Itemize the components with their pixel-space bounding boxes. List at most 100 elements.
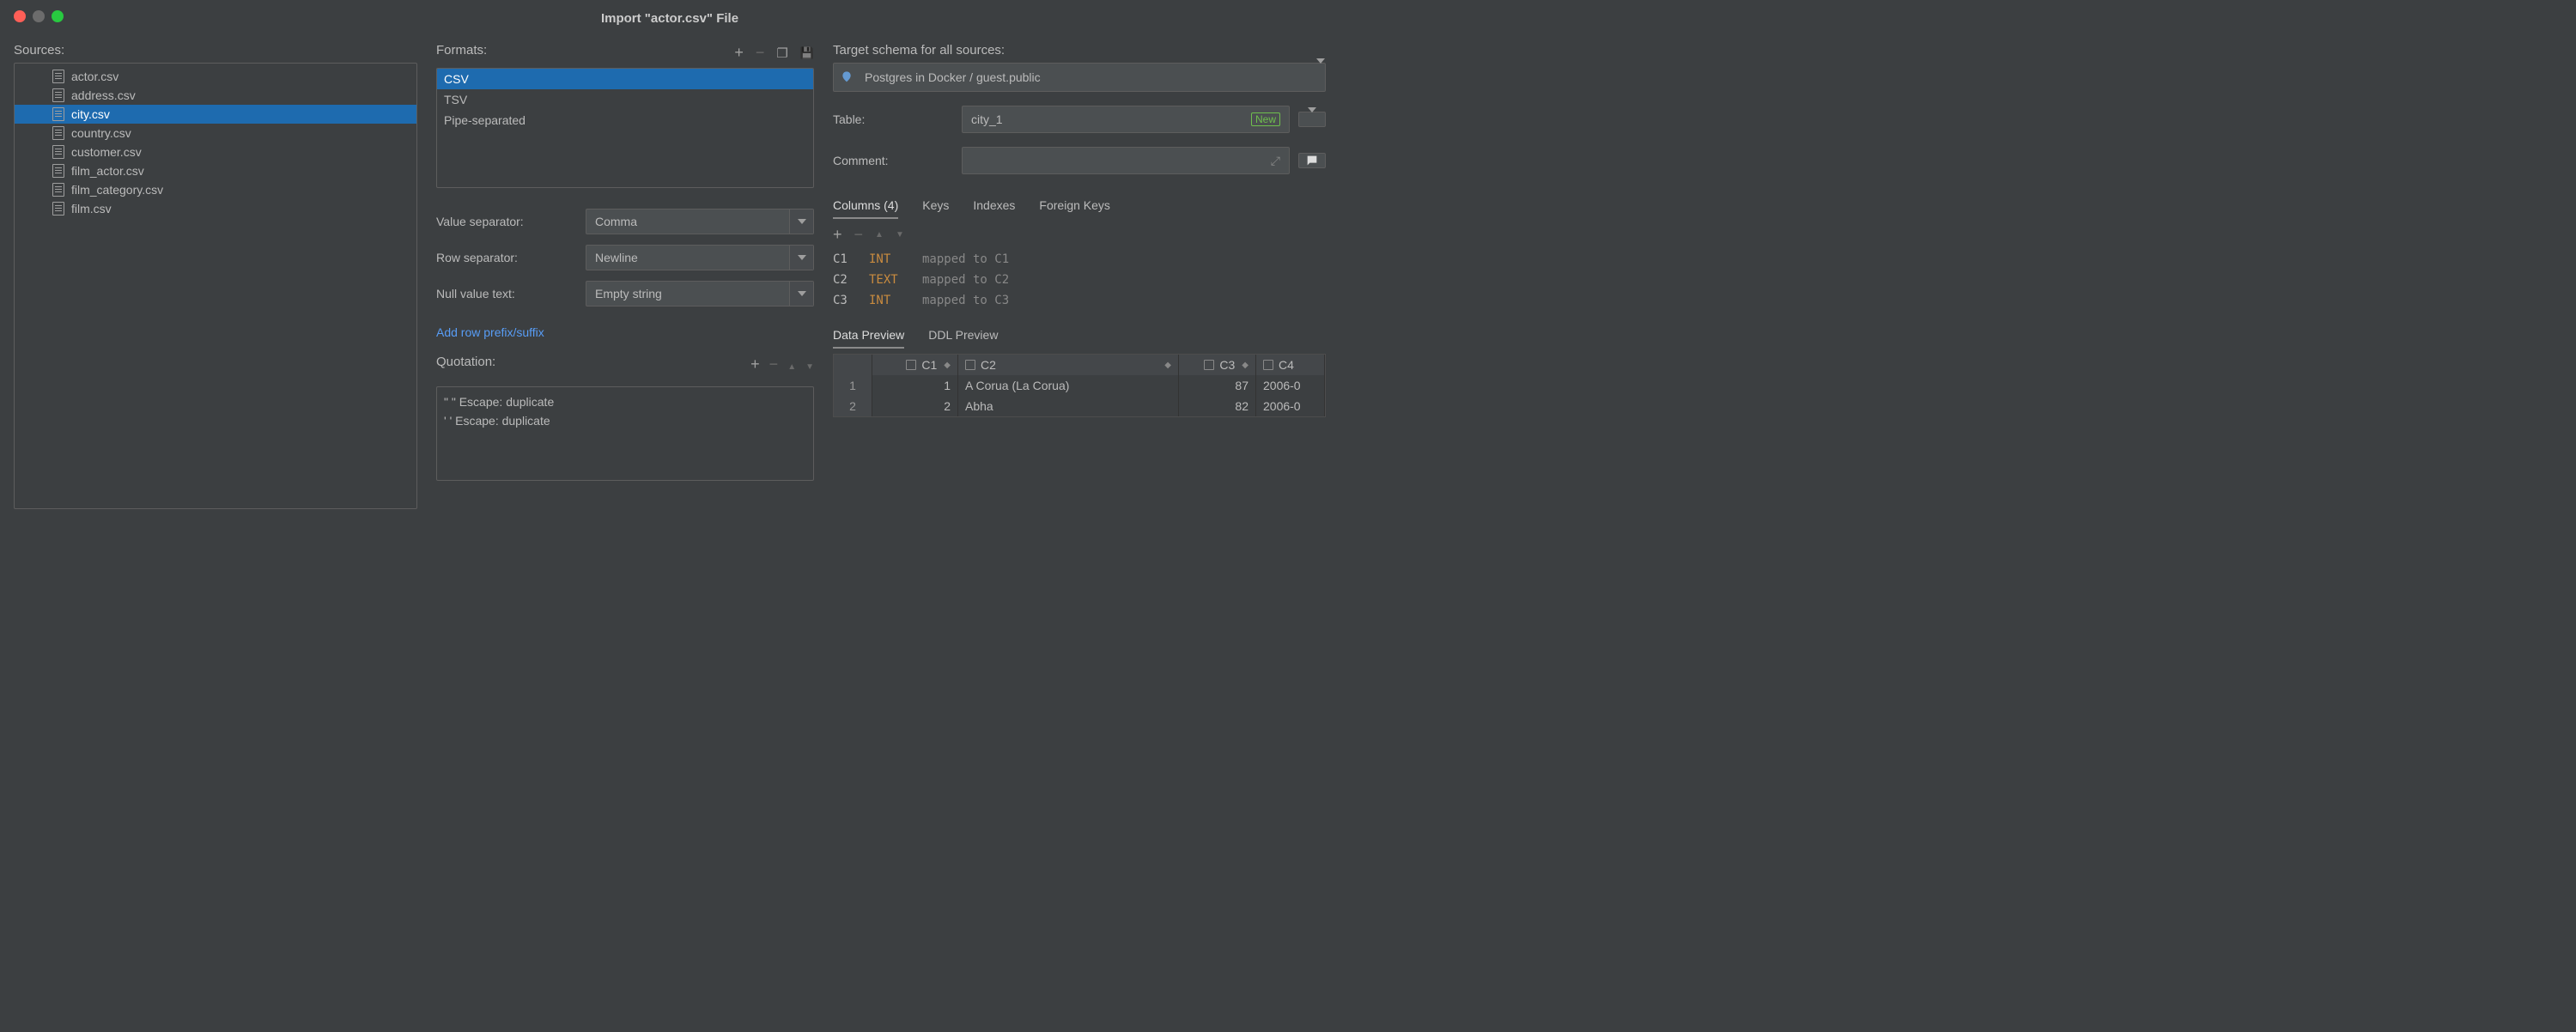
format-item[interactable]: TSV — [437, 89, 813, 110]
mapping-text: mapped to C1 — [922, 252, 1009, 266]
close-window-button[interactable] — [14, 10, 26, 22]
tab-keys[interactable]: Keys — [922, 193, 949, 219]
tab-data-preview[interactable]: Data Preview — [833, 323, 904, 349]
cell-c1: 1 — [872, 375, 958, 396]
cell-c4: 2006-0 — [1256, 396, 1325, 416]
source-item[interactable]: city.csv — [15, 105, 416, 124]
maximize-window-button[interactable] — [52, 10, 64, 22]
null-text-select[interactable]: Empty string — [586, 281, 814, 307]
add-quotation-button[interactable] — [750, 355, 760, 373]
quotation-toolbar — [750, 355, 814, 373]
row-number-cell: 2 — [834, 396, 872, 416]
add-column-button[interactable] — [833, 226, 842, 244]
quotation-list[interactable]: " " Escape: duplicate' ' Escape: duplica… — [436, 386, 814, 481]
mapping-row[interactable]: C1INTmapped to C1 — [833, 252, 1326, 266]
tab-columns-[interactable]: Columns (4) — [833, 193, 898, 219]
sources-panel: Sources: actor.csv address.csv city.csv cou… — [14, 43, 417, 523]
row-number-header — [834, 355, 872, 375]
mapping-text: mapped to C2 — [922, 273, 1009, 287]
file-icon — [52, 70, 64, 83]
mapping-row[interactable]: C3INTmapped to C3 — [833, 294, 1326, 307]
formats-list[interactable]: CSVTSVPipe-separated — [436, 68, 814, 188]
value-separator-select[interactable]: Comma — [586, 209, 814, 234]
row-separator-select[interactable]: Newline — [586, 245, 814, 270]
target-panel: Target schema for all sources: Postgres … — [833, 43, 1326, 523]
column-icon — [1263, 360, 1273, 370]
source-name: country.csv — [71, 126, 131, 140]
table-name-input[interactable]: city_1 New — [962, 106, 1290, 133]
comment-label: Comment: — [833, 154, 953, 167]
source-item[interactable]: address.csv — [15, 86, 416, 105]
tab-ddl-preview[interactable]: DDL Preview — [928, 323, 998, 349]
file-icon — [52, 202, 64, 216]
minimize-window-button[interactable] — [33, 10, 45, 22]
formats-label: Formats: — [436, 43, 487, 58]
source-name: actor.csv — [71, 70, 118, 83]
table-row[interactable]: 11A Corua (La Corua)872006-0 — [834, 375, 1325, 396]
file-icon — [52, 145, 64, 159]
copy-format-button[interactable] — [776, 46, 787, 61]
mapping-type: TEXT — [869, 273, 912, 287]
quotation-item[interactable]: " " Escape: duplicate — [442, 392, 808, 411]
source-item[interactable]: film.csv — [15, 199, 416, 218]
tab-indexes[interactable]: Indexes — [973, 193, 1015, 219]
quotation-item[interactable]: ' ' Escape: duplicate — [442, 411, 808, 430]
source-item[interactable]: film_category.csv — [15, 180, 416, 199]
expand-icon[interactable] — [1271, 154, 1280, 168]
source-name: film_actor.csv — [71, 164, 144, 178]
column-header-c1[interactable]: C1◆ — [872, 355, 958, 375]
window-controls — [14, 10, 64, 22]
column-icon — [1204, 360, 1214, 370]
file-icon — [52, 183, 64, 197]
column-header-c4[interactable]: C4 — [1256, 355, 1325, 375]
data-preview-grid: C1◆ C2◆ C3◆ C4 11A Corua (La Corua)87200… — [833, 354, 1326, 417]
source-item[interactable]: customer.csv — [15, 143, 416, 161]
cell-c2: A Corua (La Corua) — [958, 375, 1179, 396]
mapping-text: mapped to C3 — [922, 294, 1009, 307]
add-row-prefix-suffix-link[interactable]: Add row prefix/suffix — [436, 325, 814, 339]
table-row[interactable]: 22Abha822006-0 — [834, 396, 1325, 416]
remove-format-button[interactable] — [756, 44, 765, 62]
comment-icon — [1305, 154, 1319, 167]
format-item[interactable]: Pipe-separated — [437, 110, 813, 131]
sources-list[interactable]: actor.csv address.csv city.csv country.csv c… — [14, 63, 417, 509]
add-format-button[interactable] — [734, 44, 744, 62]
file-icon — [52, 88, 64, 102]
column-header-c3[interactable]: C3◆ — [1179, 355, 1256, 375]
source-name: city.csv — [71, 107, 110, 121]
mapping-row[interactable]: C2TEXTmapped to C2 — [833, 273, 1326, 287]
chevron-down-icon — [789, 209, 813, 234]
column-mappings: C1INTmapped to C1C2TEXTmapped to C2C3INT… — [833, 252, 1326, 307]
null-text-value: Empty string — [586, 282, 789, 306]
source-item[interactable]: film_actor.csv — [15, 161, 416, 180]
source-name: film_category.csv — [71, 183, 163, 197]
row-separator-label: Row separator: — [436, 251, 574, 264]
source-name: film.csv — [71, 202, 112, 216]
column-icon — [965, 360, 975, 370]
comment-input[interactable] — [962, 147, 1290, 174]
postgres-icon — [834, 64, 860, 91]
formats-toolbar — [734, 44, 814, 62]
row-separator-value: Newline — [586, 246, 789, 270]
table-dropdown-button[interactable] — [1298, 112, 1326, 127]
file-icon — [52, 126, 64, 140]
move-up-button — [787, 358, 796, 372]
tab-foreign-keys[interactable]: Foreign Keys — [1039, 193, 1109, 219]
source-name: customer.csv — [71, 145, 142, 159]
target-schema-value: Postgres in Docker / guest.public — [860, 64, 1316, 91]
move-down-button — [896, 226, 904, 244]
grid-header: C1◆ C2◆ C3◆ C4 — [834, 355, 1325, 375]
column-header-c2[interactable]: C2◆ — [958, 355, 1179, 375]
sources-label: Sources: — [14, 43, 417, 58]
source-item[interactable]: country.csv — [15, 124, 416, 143]
new-badge: New — [1251, 112, 1280, 126]
cell-c3: 87 — [1179, 375, 1256, 396]
comment-button[interactable] — [1298, 153, 1326, 168]
format-item[interactable]: CSV — [437, 69, 813, 89]
preview-tabs: Data Preview DDL Preview — [833, 323, 1326, 349]
target-schema-select[interactable]: Postgres in Docker / guest.public — [833, 63, 1326, 92]
source-item[interactable]: actor.csv — [15, 67, 416, 86]
column-toolbar — [833, 226, 1326, 244]
cell-c3: 82 — [1179, 396, 1256, 416]
move-up-button — [875, 226, 884, 244]
